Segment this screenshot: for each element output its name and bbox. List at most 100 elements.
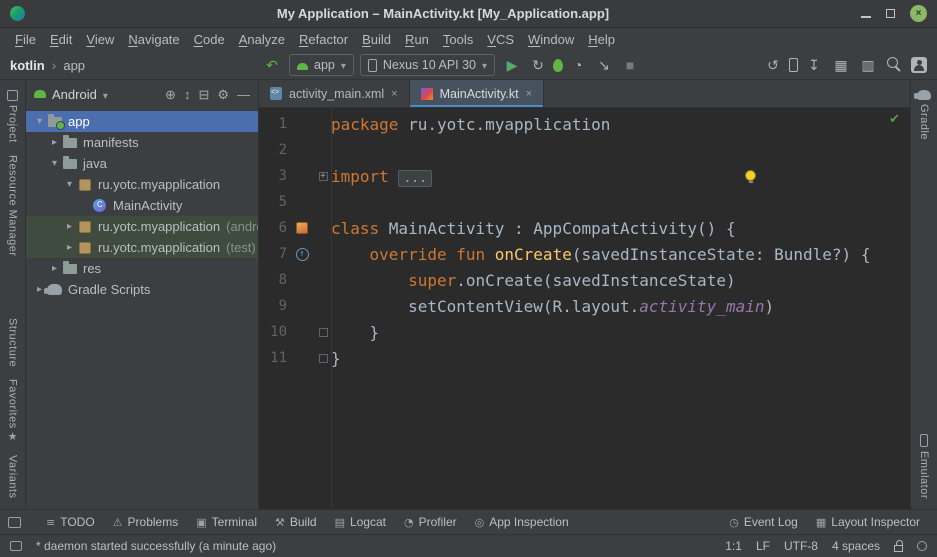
attach-debugger-icon[interactable]: ↘ [593, 54, 615, 76]
device-file-explorer-icon[interactable]: ▥ [857, 54, 879, 76]
gradle-icon [47, 284, 62, 295]
stripe-structure[interactable]: Structure [7, 312, 19, 373]
tree-item-mainactivity[interactable]: MainActivity [26, 195, 258, 216]
locate-icon[interactable]: ⊕ [165, 88, 176, 101]
sdk-manager-icon[interactable]: ↧ [803, 54, 825, 76]
readonly-lock-icon[interactable] [894, 545, 903, 552]
stripe-gradle[interactable]: Gradle [917, 84, 931, 146]
tree-item-java[interactable]: ▾java [26, 153, 258, 174]
file-encoding[interactable]: UTF-8 [784, 539, 818, 553]
menu-refactor[interactable]: Refactor [292, 30, 355, 49]
tool-button-event-log[interactable]: ◷Event Log [720, 512, 807, 532]
device-label: Nexus 10 API 30 [383, 58, 476, 72]
minimize-button[interactable] [861, 16, 871, 18]
settings-gear-icon[interactable]: ⚙ [217, 88, 229, 101]
tool-button-logcat[interactable]: ▤Logcat [326, 512, 395, 532]
device-selector[interactable]: Nexus 10 API 30 [360, 54, 495, 76]
menu-tools[interactable]: Tools [436, 30, 480, 49]
profiler-icon[interactable]: ◔ [567, 54, 589, 76]
menu-code[interactable]: Code [187, 30, 232, 49]
tree-arrow-icon[interactable]: ▾ [47, 158, 62, 169]
close-tab-icon[interactable] [526, 88, 532, 100]
stripe-project[interactable]: Project [7, 84, 19, 149]
line-separator[interactable]: LF [756, 539, 770, 553]
avd-manager-icon[interactable] [789, 58, 798, 72]
menu-vcs[interactable]: VCS [480, 30, 521, 49]
problems-icon: ⚠ [113, 516, 123, 529]
sync-icon[interactable]: ↶ [261, 54, 283, 76]
search-icon[interactable] [884, 54, 906, 76]
menu-file[interactable]: File [8, 30, 43, 49]
collapse-all-icon[interactable]: ⊟ [198, 88, 209, 101]
tree-item-res[interactable]: ▸res [26, 258, 258, 279]
tab-activity-main-xml[interactable]: activity_main.xml [259, 80, 410, 107]
android-icon [34, 90, 46, 98]
menu-view[interactable]: View [79, 30, 121, 49]
code-editor[interactable]: 1package ru.yotc.myapplication23+import … [259, 108, 910, 509]
tree-item-gradle-scripts[interactable]: ▸Gradle Scripts [26, 279, 258, 300]
tool-button-app-inspection[interactable]: ◎App Inspection [466, 512, 578, 532]
run-config-selector[interactable]: app [289, 54, 354, 76]
tree-arrow-icon[interactable]: ▾ [62, 179, 77, 190]
menu-window[interactable]: Window [521, 30, 581, 49]
tool-button-profiler[interactable]: ◔Profiler [395, 512, 466, 532]
tool-windows-icon[interactable] [8, 517, 21, 528]
tab-label: MainActivity.kt [440, 87, 519, 101]
expand-all-icon[interactable]: ↕ [184, 88, 191, 101]
debug-icon[interactable] [553, 59, 563, 72]
stripe-resource-manager[interactable]: Resource Manager [7, 149, 19, 263]
tree-arrow-icon[interactable]: ▾ [32, 116, 47, 127]
tool-button-layout-inspector[interactable]: ▦Layout Inspector [807, 512, 929, 532]
intention-bulb-icon[interactable] [745, 170, 756, 181]
overriding-method-gutter-icon[interactable]: ↑ [296, 248, 309, 261]
tree-arrow-icon[interactable]: ▸ [47, 263, 62, 274]
code-line: 1package ru.yotc.myapplication [259, 111, 910, 137]
tool-button-terminal[interactable]: ▣Terminal [187, 512, 266, 532]
hide-panel-icon[interactable]: ― [237, 88, 250, 101]
project-structure-icon[interactable]: ▦ [830, 54, 852, 76]
menu-navigate[interactable]: Navigate [121, 30, 186, 49]
stripe-variants[interactable]: Variants [7, 449, 19, 505]
run-icon[interactable]: ▶ [501, 54, 523, 76]
project-view-selector[interactable]: Android [52, 87, 97, 102]
menu-run[interactable]: Run [398, 30, 436, 49]
tree-arrow-icon[interactable]: ▸ [62, 242, 77, 253]
tree-arrow-icon[interactable]: ▸ [62, 221, 77, 232]
fold-expand-icon[interactable]: + [319, 172, 328, 181]
menu-help[interactable]: Help [581, 30, 622, 49]
tab-mainactivity-kt[interactable]: MainActivity.kt [410, 80, 544, 107]
sync-project-icon[interactable]: ↺ [762, 54, 784, 76]
tree-item-ru-yotc-myapplication-androidtest[interactable]: ▸ru.yotc.myapplication(androidTest) [26, 216, 258, 237]
notifications-icon[interactable] [917, 541, 927, 551]
class-gutter-icon[interactable] [296, 222, 308, 234]
menu-analyze[interactable]: Analyze [232, 30, 292, 49]
toolwindow-toggle-icon[interactable] [10, 541, 22, 551]
tool-button-problems[interactable]: ⚠Problems [104, 512, 188, 532]
tool-button-todo[interactable]: ≡TODO [37, 512, 104, 532]
stripe-favorites[interactable]: Favorites★ [7, 373, 19, 450]
menu-edit[interactable]: Edit [43, 30, 79, 49]
chevron-down-icon [341, 58, 346, 72]
indent-style[interactable]: 4 spaces [832, 539, 880, 553]
user-avatar[interactable] [911, 57, 927, 73]
apply-changes-icon[interactable]: ↻ [527, 54, 549, 76]
status-message[interactable]: * daemon started successfully (a minute … [36, 539, 711, 553]
tree-item-manifests[interactable]: ▸manifests [26, 132, 258, 153]
close-tab-icon[interactable] [391, 88, 397, 100]
tool-button-build[interactable]: ⚒Build [266, 512, 326, 532]
tree-item-ru-yotc-myapplication-test[interactable]: ▸ru.yotc.myapplication(test) [26, 237, 258, 258]
breadcrumb-item[interactable]: app [63, 58, 85, 73]
tree-item-app[interactable]: ▾app [26, 111, 258, 132]
stop-icon[interactable]: ■ [619, 54, 641, 76]
fold-end-icon[interactable] [319, 354, 328, 363]
caret-position[interactable]: 1:1 [725, 539, 742, 553]
breadcrumb-module[interactable]: kotlin [10, 58, 45, 73]
tree-item-ru-yotc-myapplication[interactable]: ▾ru.yotc.myapplication [26, 174, 258, 195]
fold-end-icon[interactable] [319, 328, 328, 337]
close-button[interactable] [910, 5, 927, 22]
stripe-emulator[interactable]: Emulator [918, 428, 930, 505]
maximize-button[interactable] [886, 9, 895, 18]
tree-arrow-icon[interactable]: ▸ [47, 137, 62, 148]
menu-build[interactable]: Build [355, 30, 398, 49]
folder-icon [63, 264, 77, 274]
